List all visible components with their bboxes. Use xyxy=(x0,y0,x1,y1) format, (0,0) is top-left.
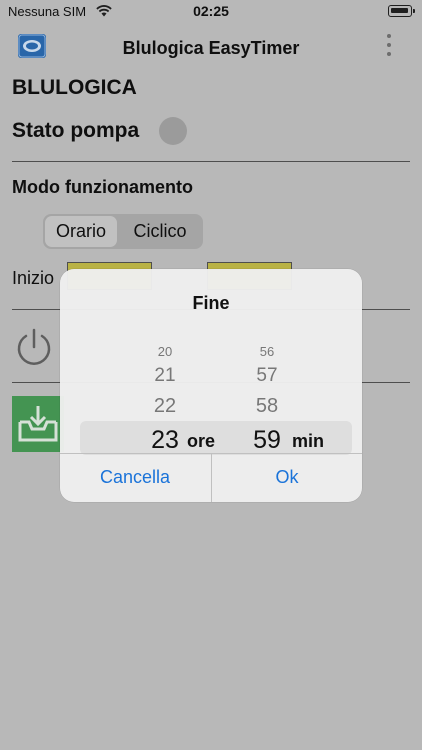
time-picker-dialog: Fine 20 21 22 23 ore 56 57 58 59 min Can… xyxy=(60,269,362,502)
cancel-button[interactable]: Cancella xyxy=(60,453,210,502)
ok-button[interactable]: Ok xyxy=(212,453,362,502)
minute-option: 57 xyxy=(256,365,278,386)
hour-option: 22 xyxy=(153,395,177,417)
minute-option: 58 xyxy=(255,395,279,417)
minutes-unit: min xyxy=(292,431,325,451)
hour-option: 21 xyxy=(154,365,176,386)
minute-option: 56 xyxy=(259,344,275,359)
dialog-title: Fine xyxy=(192,293,230,313)
hour-option: 20 xyxy=(157,344,173,359)
hours-unit: ore xyxy=(187,431,216,451)
